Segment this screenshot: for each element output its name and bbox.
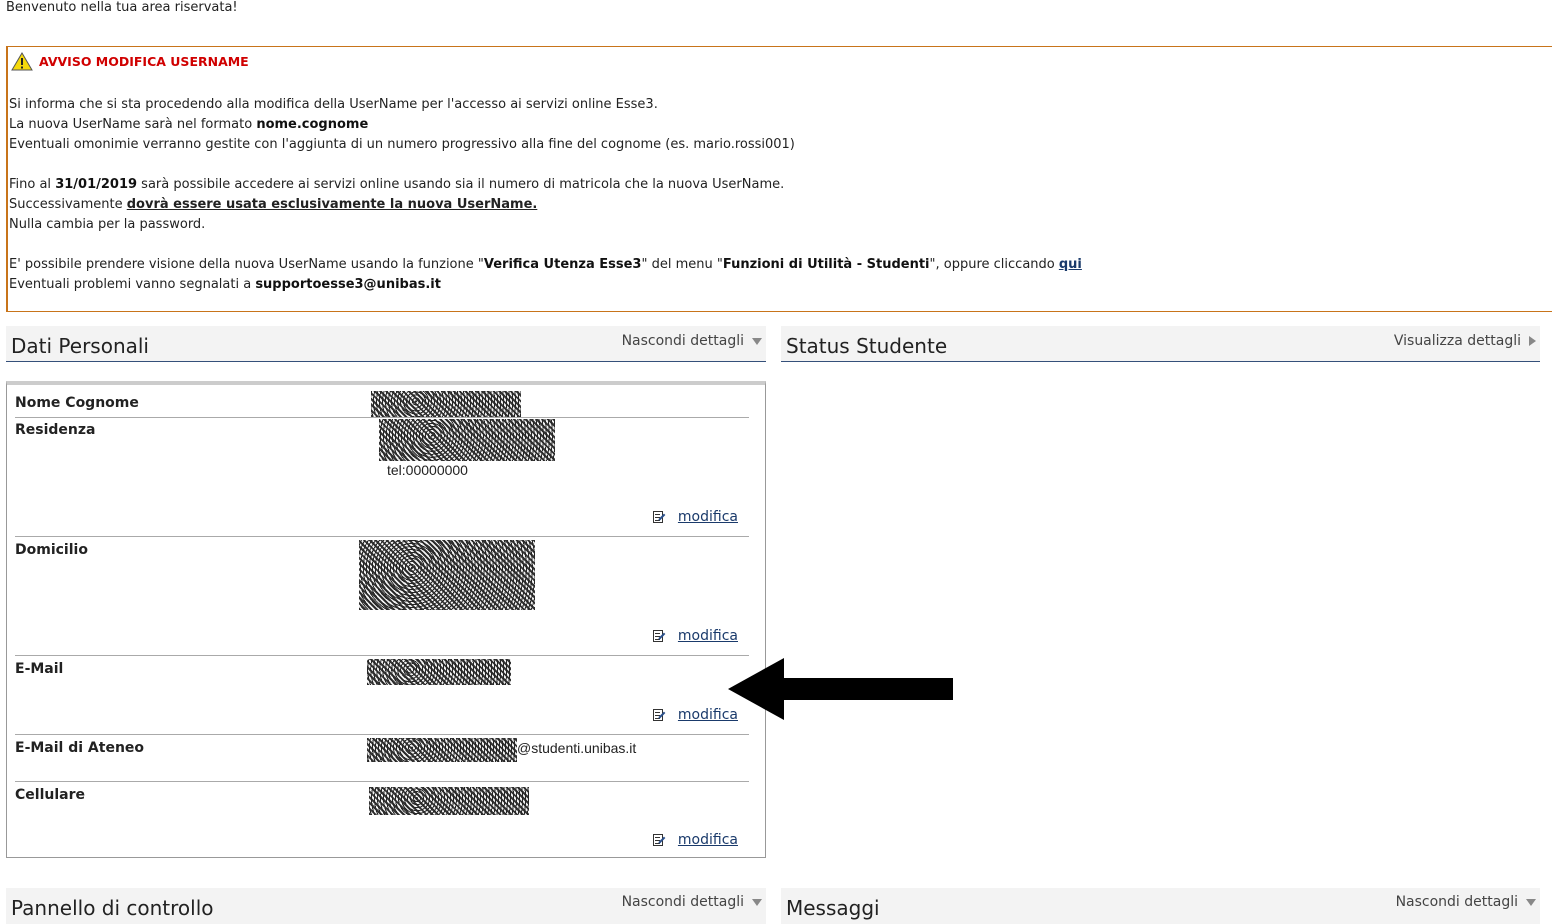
welcome-text: Benvenuto nella tua area riservata! bbox=[6, 0, 238, 15]
university-email-value: @studenti.unibas.it bbox=[517, 740, 637, 756]
notice-line: Eventuali problemi vanno segnalati a sup… bbox=[9, 275, 1082, 295]
menu-name: Funzioni di Utilità - Studenti bbox=[722, 257, 930, 272]
notice-title: AVVISO MODIFICA USERNAME bbox=[11, 52, 249, 71]
edit-icon bbox=[652, 833, 666, 847]
notice-line: Eventuali omonimie verranno gestite con … bbox=[9, 135, 1082, 155]
row-label: Nome Cognome bbox=[15, 395, 139, 411]
redacted-value bbox=[359, 540, 535, 610]
username-format: nome.cognome bbox=[256, 117, 369, 132]
edit-icon bbox=[652, 708, 666, 722]
chevron-down-icon bbox=[752, 898, 762, 906]
notice-text: E' possibile prendere visione della nuov… bbox=[9, 257, 484, 272]
toggle-label: Nascondi dettagli bbox=[621, 333, 744, 349]
row-residenza: Residenza tel:00000000 modifica bbox=[15, 417, 749, 537]
toggle-label: Visualizza dettagli bbox=[1393, 333, 1521, 349]
edit-label: modifica bbox=[677, 832, 738, 848]
row-email-ateneo: E-Mail di Ateneo @studenti.unibas.it bbox=[15, 734, 749, 782]
notice-title-text: AVVISO MODIFICA USERNAME bbox=[39, 54, 249, 69]
row-label: Domicilio bbox=[15, 542, 88, 558]
notice-line: Successivamente dovrà essere usata esclu… bbox=[9, 195, 1082, 215]
status-studente-header: Status Studente Visualizza dettagli bbox=[781, 326, 1540, 362]
row-label: E-Mail bbox=[15, 661, 64, 677]
row-label: Residenza bbox=[15, 422, 96, 438]
notice-line: E' possibile prendere visione della nuov… bbox=[9, 255, 1082, 275]
redacted-value bbox=[367, 659, 511, 685]
edit-email-link[interactable]: modifica bbox=[652, 707, 738, 723]
hide-details-toggle[interactable]: Nascondi dettagli bbox=[622, 333, 762, 349]
row-label: Cellulare bbox=[15, 787, 85, 803]
chevron-right-icon bbox=[1529, 336, 1536, 346]
pannello-controllo-header: Pannello di controllo Nascondi dettagli bbox=[6, 888, 766, 924]
warning-icon bbox=[11, 52, 33, 71]
notice-line: Fino al 31/01/2019 sarà possibile accede… bbox=[9, 175, 1082, 195]
show-details-toggle[interactable]: Visualizza dettagli bbox=[1394, 333, 1536, 349]
row-nome-cognome: Nome Cognome bbox=[15, 391, 749, 418]
qui-link[interactable]: qui bbox=[1059, 257, 1082, 272]
edit-label: modifica bbox=[677, 509, 738, 525]
deadline-date: 31/01/2019 bbox=[55, 177, 138, 192]
notice-text: La nuova UserName sarà nel formato bbox=[9, 117, 257, 132]
panel-title: Dati Personali bbox=[11, 334, 149, 358]
panel-title: Pannello di controllo bbox=[11, 896, 214, 920]
notice-line: La nuova UserName sarà nel formato nome.… bbox=[9, 115, 1082, 135]
notice-text: Si informa che si sta procedendo alla mo… bbox=[9, 97, 658, 112]
notice-text: Eventuali problemi vanno segnalati a bbox=[9, 277, 256, 292]
username-notice: AVVISO MODIFICA USERNAME Si informa che … bbox=[6, 46, 1552, 312]
row-cellulare: Cellulare modifica bbox=[15, 781, 749, 857]
notice-line: Si informa che si sta procedendo alla mo… bbox=[9, 95, 1082, 115]
chevron-down-icon bbox=[1526, 898, 1536, 906]
chevron-down-icon bbox=[752, 337, 762, 345]
toggle-label: Nascondi dettagli bbox=[1395, 894, 1518, 910]
arrow-annotation-icon bbox=[728, 658, 953, 720]
redacted-value bbox=[371, 391, 521, 417]
dati-personali-table: Nome Cognome Residenza tel:00000000 modi… bbox=[6, 381, 766, 858]
redacted-value bbox=[379, 419, 555, 461]
dati-personali-header: Dati Personali Nascondi dettagli bbox=[6, 326, 766, 362]
notice-text: Successivamente bbox=[9, 197, 127, 212]
edit-cellulare-link[interactable]: modifica bbox=[652, 832, 738, 848]
notice-text: " del menu " bbox=[641, 257, 723, 272]
messaggi-header: Messaggi Nascondi dettagli bbox=[781, 888, 1540, 924]
panel-title: Messaggi bbox=[786, 896, 880, 920]
toggle-label: Nascondi dettagli bbox=[621, 894, 744, 910]
support-email: supportoesse3@unibas.it bbox=[255, 277, 441, 292]
hide-details-toggle[interactable]: Nascondi dettagli bbox=[622, 894, 762, 910]
redacted-value bbox=[369, 787, 529, 815]
row-label: E-Mail di Ateneo bbox=[15, 740, 145, 756]
notice-line: Nulla cambia per la password. bbox=[9, 215, 1082, 235]
notice-emphasis: dovrà essere usata esclusivamente la nuo… bbox=[126, 197, 538, 212]
notice-text: Fino al bbox=[9, 177, 56, 192]
phone-value: tel:00000000 bbox=[387, 462, 468, 478]
notice-body: Si informa che si sta procedendo alla mo… bbox=[9, 95, 1082, 295]
notice-text: Eventuali omonimie verranno gestite con … bbox=[9, 137, 795, 152]
panel-title: Status Studente bbox=[786, 334, 948, 358]
notice-text: sarà possibile accedere ai servizi onlin… bbox=[137, 177, 785, 192]
function-name: Verifica Utenza Esse3 bbox=[483, 257, 642, 272]
row-domicilio: Domicilio modifica bbox=[15, 536, 749, 656]
edit-domicilio-link[interactable]: modifica bbox=[652, 628, 738, 644]
edit-icon bbox=[652, 629, 666, 643]
edit-residenza-link[interactable]: modifica bbox=[652, 509, 738, 525]
edit-icon bbox=[652, 510, 666, 524]
row-email: E-Mail modifica bbox=[15, 655, 749, 735]
notice-text: ", oppure cliccando bbox=[929, 257, 1059, 272]
edit-label: modifica bbox=[677, 628, 738, 644]
hide-details-toggle[interactable]: Nascondi dettagli bbox=[1396, 894, 1536, 910]
notice-text: Nulla cambia per la password. bbox=[9, 217, 206, 232]
redacted-value bbox=[367, 738, 517, 762]
